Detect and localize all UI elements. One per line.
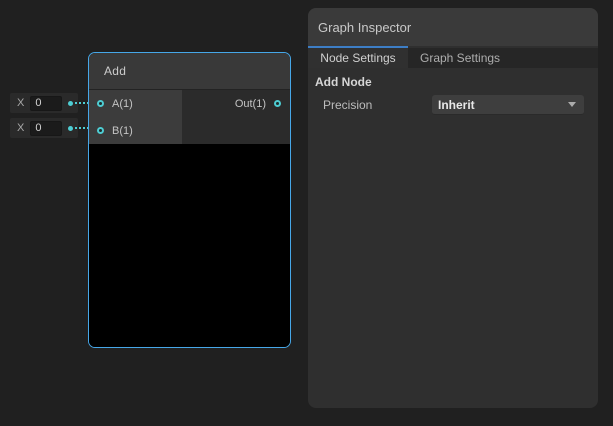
inspector-title: Graph Inspector <box>318 20 411 35</box>
section-heading: Add Node <box>315 74 598 90</box>
chevron-down-icon <box>568 102 576 107</box>
inspector-body: Add Node Precision Inherit <box>308 68 598 115</box>
precision-dropdown[interactable]: Inherit <box>432 95 584 115</box>
input-ports-column: A(1) B(1) <box>89 90 182 144</box>
graph-inspector-panel: Graph Inspector Node Settings Graph Sett… <box>308 8 598 408</box>
tab-graph-settings[interactable]: Graph Settings <box>408 48 512 68</box>
precision-dropdown-value: Inherit <box>432 98 568 112</box>
edge-endpoint-dot-icon <box>68 101 73 106</box>
axis-label-x: X <box>17 122 24 134</box>
add-node[interactable]: Add A(1) B(1) Out(1) <box>88 52 291 348</box>
node-title-bar[interactable]: Add <box>89 53 290 89</box>
port-out-label: Out(1) <box>235 98 266 110</box>
precision-property-row: Precision Inherit <box>308 95 598 115</box>
tab-node-settings[interactable]: Node Settings <box>308 48 408 68</box>
port-row-a: A(1) <box>89 90 182 117</box>
port-row-b: B(1) <box>89 117 182 144</box>
inline-value-widget-b: X <box>10 118 78 138</box>
node-preview <box>89 144 290 347</box>
output-ports-column: Out(1) <box>182 90 290 144</box>
inline-value-widget-a: X <box>10 93 78 113</box>
inspector-tab-bar: Node Settings Graph Settings <box>308 48 598 68</box>
edge-endpoint-dot-icon <box>68 126 73 131</box>
precision-label: Precision <box>323 98 372 112</box>
port-a-label: A(1) <box>112 98 133 110</box>
tab-node-settings-label: Node Settings <box>320 51 395 65</box>
port-b-icon[interactable] <box>97 127 104 134</box>
port-row-out: Out(1) <box>182 90 290 117</box>
port-a-icon[interactable] <box>97 100 104 107</box>
axis-label-x: X <box>17 97 24 109</box>
input-a-value-field[interactable] <box>30 96 62 111</box>
port-b-label: B(1) <box>112 125 133 137</box>
port-out-icon[interactable] <box>274 100 281 107</box>
node-title: Add <box>104 64 126 78</box>
tab-graph-settings-label: Graph Settings <box>420 51 500 65</box>
inspector-title-bar[interactable]: Graph Inspector <box>308 8 598 46</box>
input-b-value-field[interactable] <box>30 121 62 136</box>
node-port-area: A(1) B(1) Out(1) <box>89 90 290 144</box>
